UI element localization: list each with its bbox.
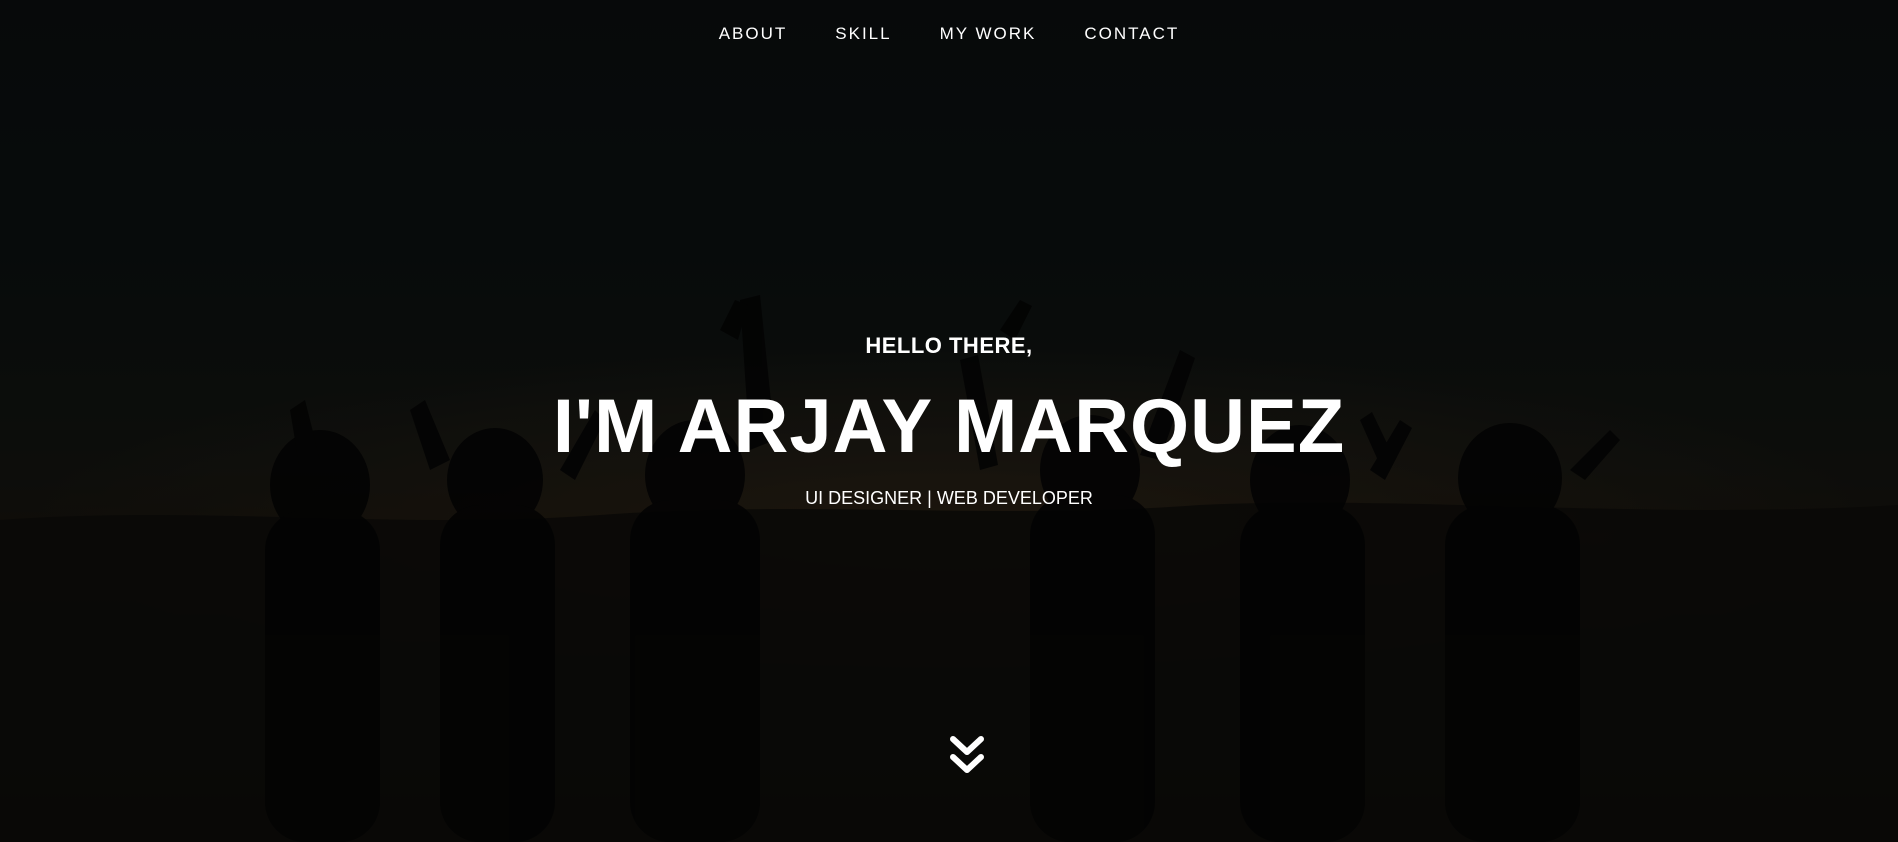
nav-item-about[interactable]: ABOUT xyxy=(719,24,788,44)
double-chevron-down-icon xyxy=(950,736,984,773)
hero-subtitle: UI DESIGNER | WEB DEVELOPER xyxy=(805,488,1093,508)
hero-section: ABOUT SKILL MY WORK CONTACT HELLO THERE,… xyxy=(0,0,1898,842)
top-nav: ABOUT SKILL MY WORK CONTACT xyxy=(0,24,1898,44)
hero-name: I'M ARJAY MARQUEZ xyxy=(552,384,1346,469)
nav-item-my-work[interactable]: MY WORK xyxy=(940,24,1037,44)
scroll-down-button[interactable] xyxy=(947,735,987,777)
nav-item-skill[interactable]: SKILL xyxy=(835,24,891,44)
nav-item-contact[interactable]: CONTACT xyxy=(1084,24,1179,44)
hero-greeting: HELLO THERE, xyxy=(865,333,1033,358)
